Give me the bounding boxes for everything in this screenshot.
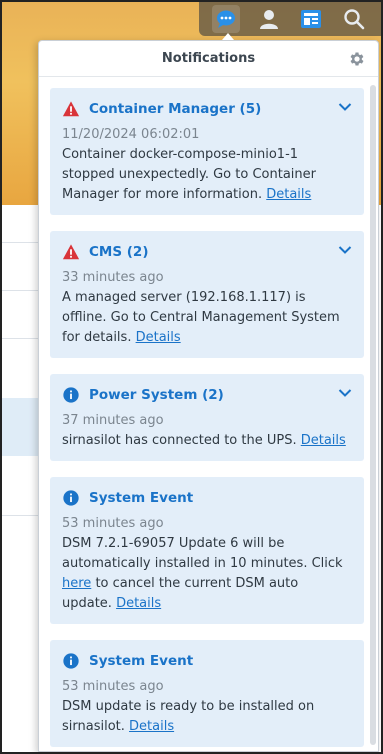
chevron-down-icon[interactable] xyxy=(338,388,352,398)
notification-message-text: DSM update is ready to be installed on s… xyxy=(62,699,315,734)
gear-icon[interactable] xyxy=(348,50,366,68)
details-link[interactable]: Details xyxy=(116,596,161,611)
search-icon[interactable] xyxy=(340,5,368,33)
warning-icon xyxy=(62,101,80,117)
notification-time: 11/20/2024 06:02:01 xyxy=(62,127,200,142)
notification-card[interactable]: CMS (2) 33 minutes ago A managed server … xyxy=(50,231,364,358)
notification-message: Container docker-compose-minio1-1 stoppe… xyxy=(62,145,352,205)
notification-time: 37 minutes ago xyxy=(62,413,164,428)
notification-message: DSM 7.2.1-69057 Update 6 will be automat… xyxy=(62,534,352,614)
scrollbar[interactable] xyxy=(370,85,376,745)
user-icon[interactable] xyxy=(255,5,283,33)
info-icon xyxy=(63,490,79,506)
info-icon xyxy=(63,387,79,403)
chevron-down-icon[interactable] xyxy=(338,102,352,112)
warning-icon xyxy=(62,244,80,260)
widgets-icon[interactable] xyxy=(297,5,325,33)
notification-card[interactable]: Power System (2) 37 minutes ago sirnasil… xyxy=(50,374,364,461)
details-link[interactable]: Details xyxy=(129,719,174,734)
notification-title: System Event xyxy=(89,490,194,506)
notification-message-text: DSM 7.2.1-69057 Update 6 will be automat… xyxy=(62,536,343,571)
notification-time: 53 minutes ago xyxy=(62,516,164,531)
notification-title: CMS (2) xyxy=(89,244,149,260)
notification-message: A managed server (192.168.1.117) is offl… xyxy=(62,288,352,348)
notification-message: sirnasilot has connected to the UPS. Det… xyxy=(62,431,352,451)
notification-title: Power System (2) xyxy=(89,387,224,403)
notification-title: System Event xyxy=(89,653,194,669)
notification-card[interactable]: System Event 53 minutes ago DSM update i… xyxy=(50,640,364,747)
chat-icon[interactable] xyxy=(212,5,241,33)
notification-list: Container Manager (5) 11/20/2024 06:02:0… xyxy=(39,78,378,751)
details-link[interactable]: Details xyxy=(266,187,311,202)
notification-title: Container Manager (5) xyxy=(89,101,262,117)
notification-message-text: sirnasilot has connected to the UPS. xyxy=(62,433,297,448)
chevron-down-icon[interactable] xyxy=(338,245,352,255)
here-link[interactable]: here xyxy=(62,576,91,591)
details-link[interactable]: Details xyxy=(301,433,346,448)
notification-time: 33 minutes ago xyxy=(62,270,164,285)
details-link[interactable]: Details xyxy=(136,330,181,345)
notification-message-text: A managed server (192.168.1.117) is offl… xyxy=(62,290,340,345)
panel-title: Notifications xyxy=(161,51,256,66)
notification-message: DSM update is ready to be installed on s… xyxy=(62,697,352,737)
info-icon xyxy=(63,653,79,669)
notification-card[interactable]: Container Manager (5) 11/20/2024 06:02:0… xyxy=(50,88,364,215)
notification-card[interactable]: System Event 53 minutes ago DSM 7.2.1-69… xyxy=(50,477,364,624)
top-bar xyxy=(199,2,381,36)
notification-time: 53 minutes ago xyxy=(62,679,164,694)
notifications-panel: Notifications Container Manager (5) 11/2… xyxy=(38,40,379,752)
panel-header: Notifications xyxy=(39,41,378,77)
notification-message-text: to cancel the current DSM auto update. xyxy=(62,576,299,611)
panel-pointer xyxy=(222,33,234,40)
